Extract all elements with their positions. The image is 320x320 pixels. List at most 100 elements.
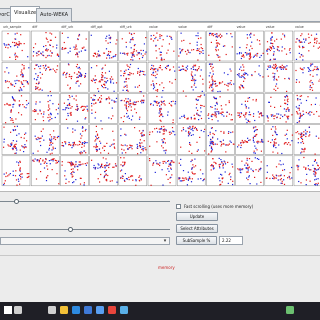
data-point <box>196 129 198 131</box>
scatter-cell[interactable] <box>1 93 31 124</box>
scatter-cell[interactable] <box>264 93 294 124</box>
scatter-cell[interactable] <box>60 124 89 155</box>
scatter-cell[interactable] <box>206 61 235 93</box>
scatter-cell[interactable] <box>118 61 148 93</box>
data-point <box>200 178 202 180</box>
task-view-icon[interactable] <box>48 306 56 314</box>
subsample-button[interactable]: SubSample % <box>176 236 217 245</box>
scatter-cell[interactable] <box>118 124 148 155</box>
scatter-cell[interactable] <box>118 155 148 187</box>
data-point <box>77 38 79 41</box>
data-point <box>75 144 77 146</box>
scatter-cell[interactable] <box>89 124 118 155</box>
point-size-slider-track[interactable] <box>0 229 170 230</box>
scatter-cell[interactable] <box>176 124 206 155</box>
scatter-cell[interactable] <box>264 61 294 93</box>
data-point <box>253 34 255 36</box>
plot-size-slider-thumb[interactable] <box>13 199 19 204</box>
chrome-icon[interactable] <box>108 306 116 314</box>
windows-icon[interactable] <box>4 306 12 314</box>
scatter-cell[interactable] <box>176 155 206 187</box>
scatter-cell[interactable] <box>206 155 235 187</box>
app-icon[interactable] <box>286 306 294 314</box>
scatter-cell[interactable] <box>264 30 294 62</box>
fast-scrolling-checkbox[interactable] <box>176 204 181 209</box>
scatter-cell[interactable] <box>30 30 60 62</box>
mail-icon[interactable] <box>84 306 92 314</box>
scatter-cell[interactable] <box>1 30 31 62</box>
scatter-cell[interactable] <box>206 30 235 62</box>
scatter-cell[interactable] <box>30 93 60 124</box>
scatter-cell[interactable] <box>176 61 206 93</box>
scatter-cell[interactable] <box>30 124 60 155</box>
scatter-cell[interactable] <box>176 30 206 62</box>
weka-icon[interactable] <box>120 306 128 314</box>
scatter-cell[interactable] <box>147 61 177 93</box>
scatter-cell[interactable] <box>1 124 31 155</box>
scatter-cell[interactable] <box>30 61 60 93</box>
data-point <box>307 96 309 98</box>
scatter-cell[interactable] <box>60 30 89 62</box>
plot-size-slider-track[interactable] <box>0 201 170 202</box>
color-attribute-select[interactable]: ▾ <box>0 237 170 245</box>
data-point <box>41 89 43 91</box>
data-point <box>50 68 52 71</box>
data-point <box>299 67 301 69</box>
point-size-slider-thumb[interactable] <box>68 227 73 232</box>
select-attributes-button[interactable]: Select Attributes <box>176 224 218 233</box>
data-point <box>240 66 242 68</box>
data-point <box>249 55 251 57</box>
data-point <box>283 183 286 185</box>
data-point <box>207 114 209 116</box>
data-point <box>243 77 245 79</box>
scatter-cell[interactable] <box>293 155 320 187</box>
scatter-cell[interactable] <box>147 155 177 187</box>
scatter-cell[interactable] <box>235 30 264 62</box>
data-point <box>91 102 93 105</box>
subsample-percent-field[interactable]: 2.22 <box>219 236 243 245</box>
scatter-cell[interactable] <box>176 93 206 124</box>
tab-auto-weka[interactable]: Auto-WEKA <box>36 8 73 22</box>
scatter-matrix-canvas[interactable]: urk_sample diff diff_urk diff_opt diff_urk va… <box>0 23 320 193</box>
scatter-cell[interactable] <box>206 124 235 155</box>
data-point <box>94 117 96 119</box>
scatter-cell[interactable] <box>293 93 320 124</box>
scatter-cell[interactable] <box>147 30 177 62</box>
scatter-cell[interactable] <box>60 93 89 124</box>
scatter-cell[interactable] <box>1 155 31 187</box>
data-point <box>256 129 258 131</box>
data-point <box>266 41 269 43</box>
scatter-cell[interactable] <box>147 93 177 124</box>
scatter-cell[interactable] <box>30 155 60 187</box>
scatter-cell[interactable] <box>118 93 148 124</box>
update-button[interactable]: Update <box>176 212 218 221</box>
scatter-cell[interactable] <box>89 61 118 93</box>
data-point <box>5 122 7 124</box>
scatter-cell[interactable] <box>206 93 235 124</box>
scatter-cell[interactable] <box>264 155 294 187</box>
scatter-cell[interactable] <box>235 155 264 187</box>
store-icon[interactable] <box>96 306 104 314</box>
scatter-cell[interactable] <box>1 61 31 93</box>
scatter-cell[interactable] <box>60 61 89 93</box>
edge-icon[interactable] <box>72 306 80 314</box>
scatter-cell[interactable] <box>147 124 177 155</box>
scatter-cell[interactable] <box>264 124 294 155</box>
file-explorer-icon[interactable] <box>60 306 68 314</box>
scatter-cell[interactable] <box>60 155 89 187</box>
search-icon[interactable] <box>14 306 22 314</box>
data-point <box>171 127 174 129</box>
scatter-cell[interactable] <box>293 124 320 155</box>
scatter-cell[interactable] <box>293 30 320 62</box>
scatter-cell[interactable] <box>89 155 118 187</box>
scatter-cell[interactable] <box>89 30 118 62</box>
scatter-plot-matrix[interactable]: urk_sample diff diff_urk diff_opt diff_urk va… <box>0 22 320 192</box>
scatter-cell[interactable] <box>235 61 264 93</box>
scatter-cell[interactable] <box>89 93 118 124</box>
data-point <box>308 50 310 52</box>
scatter-cell[interactable] <box>235 93 264 124</box>
data-point <box>90 97 92 99</box>
scatter-cell[interactable] <box>235 124 264 155</box>
scatter-cell[interactable] <box>118 30 148 62</box>
scatter-cell[interactable] <box>293 61 320 93</box>
